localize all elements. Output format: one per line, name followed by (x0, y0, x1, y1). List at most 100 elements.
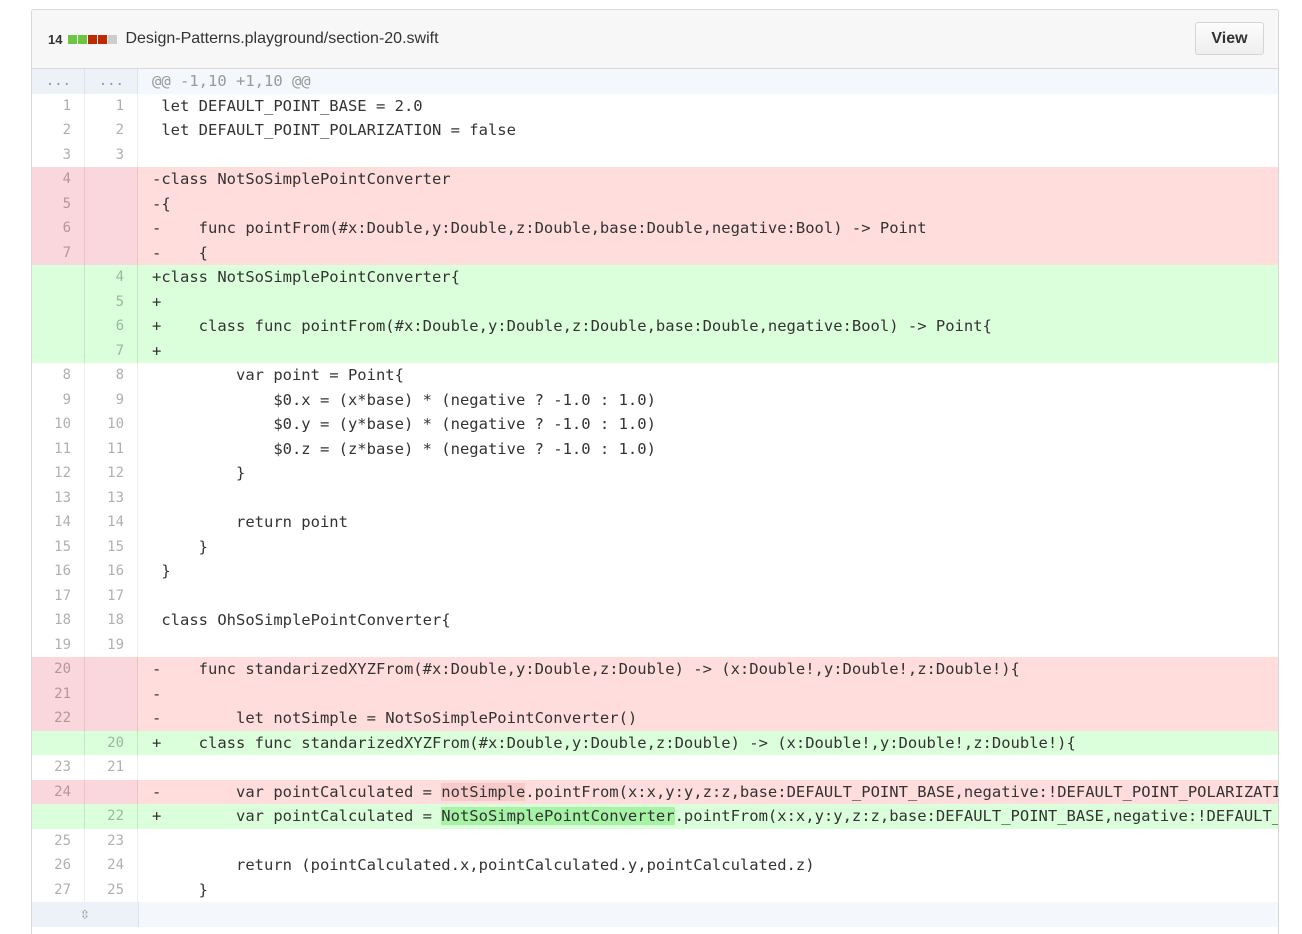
new-line-number[interactable]: 18 (85, 608, 138, 633)
new-line-number[interactable] (85, 167, 138, 192)
old-line-number[interactable]: 10 (32, 412, 85, 437)
old-line-number[interactable]: 5 (32, 191, 85, 216)
new-line-number[interactable]: 2 (85, 118, 138, 143)
old-line-number[interactable]: 1 (32, 93, 85, 118)
diff-line: 7 + (32, 338, 1278, 363)
new-line-number[interactable]: 16 (85, 559, 138, 584)
code-line: return (pointCalculated.x,pointCalculate… (152, 856, 815, 874)
old-line-number[interactable]: 21 (32, 681, 85, 706)
new-line-number[interactable] (85, 681, 138, 706)
new-line-number[interactable]: 23 (85, 828, 138, 853)
code-line: $0.z = (z*base) * (negative ? -1.0 : 1.0… (152, 439, 656, 458)
new-line-number[interactable]: 14 (85, 510, 138, 535)
new-line-number[interactable]: 11 (85, 436, 138, 461)
hunk-header-row: ...... @@ -1,10 +1,10 @@ (32, 69, 1278, 94)
old-line-number[interactable]: 14 (32, 510, 85, 535)
old-line-number[interactable]: 11 (32, 436, 85, 461)
old-line-number[interactable]: 15 (32, 534, 85, 559)
code-line: + class func pointFrom(#x:Double,y:Doubl… (152, 317, 992, 335)
code-segment: - var pointCalculated = (152, 782, 442, 801)
new-line-number[interactable]: 1 (85, 93, 138, 118)
old-line-number[interactable]: 6 (32, 216, 85, 241)
new-line-number[interactable]: 8 (85, 363, 138, 388)
code-segment: .pointFrom(x:x,y:y,z:z,base:DEFAULT_POIN… (525, 782, 1278, 801)
old-line-number[interactable]: 25 (32, 828, 85, 853)
old-line-number[interactable] (32, 338, 85, 363)
expand-row[interactable]: ⇳ (32, 902, 1278, 927)
new-line-number[interactable] (85, 657, 138, 682)
expand-button[interactable]: ⇳ (32, 902, 139, 927)
new-line-number[interactable]: 5 (85, 289, 138, 314)
diff-line: 22 - let notSimple = NotSoSimplePointConv… (32, 706, 1278, 731)
new-line-number[interactable] (85, 706, 138, 731)
code-line: return point (152, 513, 348, 531)
old-line-number[interactable]: 22 (32, 706, 85, 731)
code-line: + var pointCalculated = NotSoSimplePoint… (138, 804, 1278, 829)
new-line-number[interactable]: ... (85, 69, 138, 94)
unfold-icon[interactable]: ⇳ (80, 902, 90, 926)
diffstat-block (88, 34, 98, 44)
diff-line: 13 13 (32, 485, 1278, 510)
new-line-number[interactable] (85, 191, 138, 216)
code-line: + (152, 341, 162, 360)
new-line-number[interactable]: 10 (85, 412, 138, 437)
old-line-number[interactable]: 13 (32, 485, 85, 510)
old-line-number[interactable] (32, 314, 85, 339)
new-line-number[interactable] (85, 240, 138, 265)
new-line-number[interactable]: 6 (85, 314, 138, 339)
diff-line: 10 10 $0.y = (y*base) * (negative ? -1.0 … (32, 412, 1278, 437)
old-line-number[interactable]: 26 (32, 853, 85, 878)
old-line-number[interactable]: 27 (32, 877, 85, 902)
new-line-number[interactable]: 19 (85, 632, 138, 657)
old-line-number[interactable]: 16 (32, 559, 85, 584)
new-line-number[interactable]: 24 (85, 853, 138, 878)
view-button[interactable]: View (1195, 22, 1264, 55)
code-line: - let notSimple = NotSoSimplePointConver… (152, 709, 638, 727)
old-line-number[interactable]: 3 (32, 142, 85, 167)
old-line-number[interactable]: 9 (32, 387, 85, 412)
new-line-number[interactable]: 17 (85, 583, 138, 608)
diff-line: 23 21 (32, 755, 1278, 780)
code-line: } (152, 562, 171, 580)
old-line-number[interactable]: 8 (32, 363, 85, 388)
old-line-number[interactable]: 24 (32, 779, 85, 804)
old-line-number[interactable]: 17 (32, 583, 85, 608)
new-line-number[interactable] (85, 216, 138, 241)
diff-line: 18 18 class OhSoSimplePointConverter{ (32, 608, 1278, 633)
new-line-number[interactable]: 22 (85, 804, 138, 829)
new-line-number[interactable]: 15 (85, 534, 138, 559)
new-line-number[interactable] (85, 779, 138, 804)
new-line-number[interactable]: 3 (85, 142, 138, 167)
file-path[interactable]: Design-Patterns.playground/section-20.sw… (125, 30, 438, 48)
word-highlight: NotSoSimplePointConverter (441, 807, 675, 825)
old-line-number[interactable]: 18 (32, 608, 85, 633)
old-line-number[interactable]: 19 (32, 632, 85, 657)
new-line-number[interactable]: 13 (85, 485, 138, 510)
diff-line: 22 let DEFAULT_POINT_POLARIZATION = fals… (32, 118, 1278, 143)
old-line-number[interactable] (32, 265, 85, 290)
old-line-number[interactable]: 2 (32, 118, 85, 143)
new-line-number[interactable]: 9 (85, 387, 138, 412)
code-line: $0.y = (y*base) * (negative ? -1.0 : 1.0… (152, 415, 656, 433)
old-line-number[interactable] (32, 730, 85, 755)
diffstat-block (78, 34, 88, 44)
new-line-number[interactable]: 7 (85, 338, 138, 363)
old-line-number[interactable]: 7 (32, 240, 85, 265)
new-line-number[interactable]: 21 (85, 755, 138, 780)
old-line-number[interactable]: 23 (32, 755, 85, 780)
new-line-number[interactable]: 4 (85, 265, 138, 290)
old-line-number[interactable] (32, 804, 85, 829)
old-line-number[interactable] (32, 289, 85, 314)
old-line-number[interactable]: 12 (32, 461, 85, 486)
new-line-number[interactable]: 12 (85, 461, 138, 486)
old-line-number[interactable]: ... (32, 69, 85, 94)
new-line-number[interactable]: 25 (85, 877, 138, 902)
code-line: let DEFAULT_POINT_POLARIZATION = false (152, 121, 516, 139)
diff-table: ...... @@ -1,10 +1,10 @@ 1 1 let DEFAULT_PO… (32, 69, 1278, 927)
old-line-number[interactable]: 20 (32, 657, 85, 682)
new-line-number[interactable]: 20 (85, 730, 138, 755)
old-line-number[interactable]: 4 (32, 167, 85, 192)
